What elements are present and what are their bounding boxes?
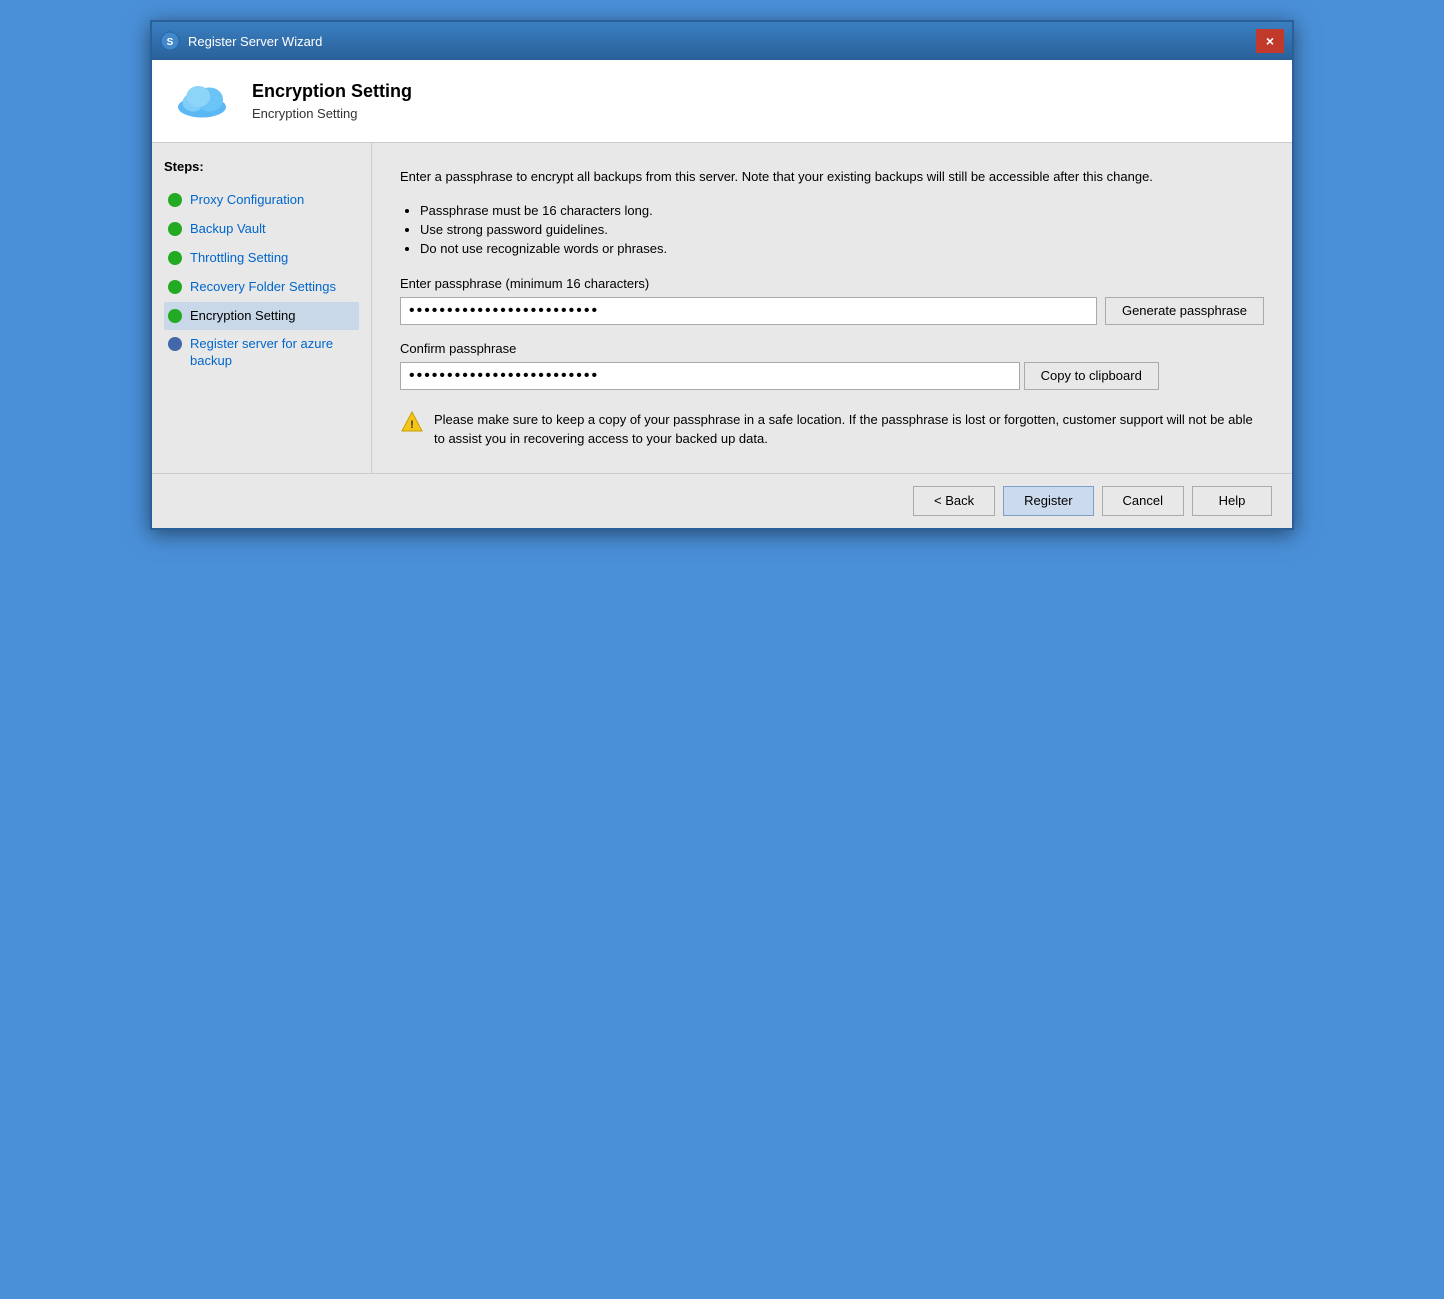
footer: < Back Register Cancel Help (152, 473, 1292, 528)
main-window: S Register Server Wizard × Encryption Se… (150, 20, 1294, 530)
dot-icon (168, 309, 182, 323)
help-button[interactable]: Help (1192, 486, 1272, 516)
sidebar-item-label: Backup Vault (190, 221, 266, 238)
dot-icon (168, 222, 182, 236)
intro-text: Enter a passphrase to encrypt all backup… (400, 167, 1264, 187)
header-text: Encryption Setting Encryption Setting (252, 81, 412, 121)
register-button[interactable]: Register (1003, 486, 1093, 516)
sidebar-item-proxy-configuration[interactable]: Proxy Configuration (164, 186, 359, 215)
page-subtitle: Encryption Setting (252, 106, 412, 121)
warning-box: ! Please make sure to keep a copy of you… (400, 410, 1264, 449)
steps-label: Steps: (164, 159, 359, 174)
bullet-item-2: Use strong password guidelines. (420, 222, 1264, 237)
page-title: Encryption Setting (252, 81, 412, 102)
generate-passphrase-button[interactable]: Generate passphrase (1105, 297, 1264, 325)
close-button[interactable]: × (1256, 29, 1284, 53)
warning-icon: ! (400, 410, 424, 434)
header-area: Encryption Setting Encryption Setting (152, 60, 1292, 143)
content-area: Enter a passphrase to encrypt all backup… (372, 143, 1292, 473)
dot-icon (168, 280, 182, 294)
cancel-button[interactable]: Cancel (1102, 486, 1184, 516)
app-icon: S (160, 31, 180, 51)
bullet-list: Passphrase must be 16 characters long. U… (420, 203, 1264, 256)
dot-icon (168, 193, 182, 207)
dot-icon (168, 337, 182, 351)
sidebar-item-label: Throttling Setting (190, 250, 288, 267)
passphrase-label: Enter passphrase (minimum 16 characters) (400, 276, 1264, 291)
sidebar-item-encryption-setting[interactable]: Encryption Setting (164, 302, 359, 331)
dot-icon (168, 251, 182, 265)
back-button[interactable]: < Back (913, 486, 995, 516)
passphrase-row: Generate passphrase (400, 297, 1264, 325)
bullet-item-3: Do not use recognizable words or phrases… (420, 241, 1264, 256)
titlebar-left: S Register Server Wizard (160, 31, 322, 51)
svg-text:!: ! (410, 419, 414, 431)
sidebar-item-label: Register server for azure backup (190, 336, 355, 370)
passphrase-input[interactable] (400, 297, 1097, 325)
confirm-label: Confirm passphrase (400, 341, 1264, 356)
sidebar: Steps: Proxy Configuration Backup Vault … (152, 143, 372, 473)
window-title: Register Server Wizard (188, 34, 322, 49)
main-content: Steps: Proxy Configuration Backup Vault … (152, 143, 1292, 473)
cloud-icon (172, 76, 232, 126)
sidebar-item-recovery-folder-settings[interactable]: Recovery Folder Settings (164, 273, 359, 302)
confirm-passphrase-input[interactable] (400, 362, 1020, 390)
bullet-item-1: Passphrase must be 16 characters long. (420, 203, 1264, 218)
svg-text:S: S (167, 37, 174, 48)
titlebar: S Register Server Wizard × (152, 22, 1292, 60)
sidebar-item-register-server[interactable]: Register server for azure backup (164, 330, 359, 376)
sidebar-item-backup-vault[interactable]: Backup Vault (164, 215, 359, 244)
sidebar-item-label: Proxy Configuration (190, 192, 304, 209)
copy-to-clipboard-button[interactable]: Copy to clipboard (1024, 362, 1159, 390)
sidebar-item-throttling-setting[interactable]: Throttling Setting (164, 244, 359, 273)
warning-text: Please make sure to keep a copy of your … (434, 410, 1264, 449)
sidebar-item-label: Encryption Setting (190, 308, 296, 325)
sidebar-item-label: Recovery Folder Settings (190, 279, 336, 296)
